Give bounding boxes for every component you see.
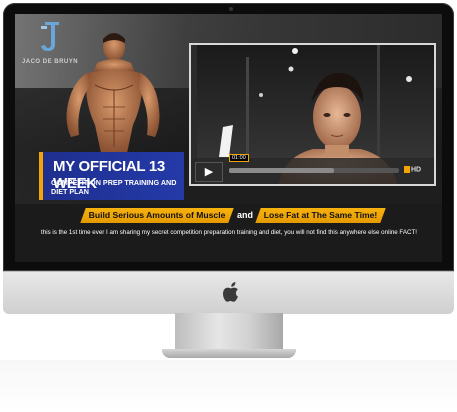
apple-logo-icon [223,282,238,302]
screen: JACO DE BRUYN MY OFFICIAL 13 WEEK COMPET… [15,14,442,262]
program-subtitle: COMPETITION PREP TRAINING AND DIET PLAN [51,178,177,196]
imac-chin [3,271,454,314]
video-buffer-fill [229,168,335,173]
connector-text: and [237,210,254,220]
highlight-pill-fat: Lose Fat at The Same Time! [255,208,386,223]
video-progress-bar[interactable] [229,168,399,173]
hd-label: HD [411,166,422,174]
video-controls: ▶ 01:00 HD [191,154,434,184]
floor-reflection [0,360,457,412]
highlight-fat-text: Lose Fat at The Same Time! [263,210,378,220]
highlight-pill-muscle: Build Serious Amounts of Muscle [80,208,234,223]
program-title-box: MY OFFICIAL 13 WEEK COMPETITION PREP TRA… [39,152,184,200]
quality-bars-icon [404,166,410,173]
camera-dot [229,7,233,11]
imac-stand [175,313,283,351]
imac-stand-base [162,349,296,358]
promo-banner: Build Serious Amounts of Muscle and Lose… [15,204,442,262]
play-icon: ▶ [204,166,214,178]
tagline-text: this is the 1st time ever I am sharing m… [41,229,417,236]
highlight-muscle-text: Build Serious Amounts of Muscle [88,210,226,220]
video-player[interactable]: ▶ 01:00 HD [189,43,436,186]
video-time-label: 01:00 [229,154,249,162]
hd-button[interactable]: HD [404,166,421,173]
play-button[interactable]: ▶ [195,162,223,182]
athlete-image [66,33,160,153]
